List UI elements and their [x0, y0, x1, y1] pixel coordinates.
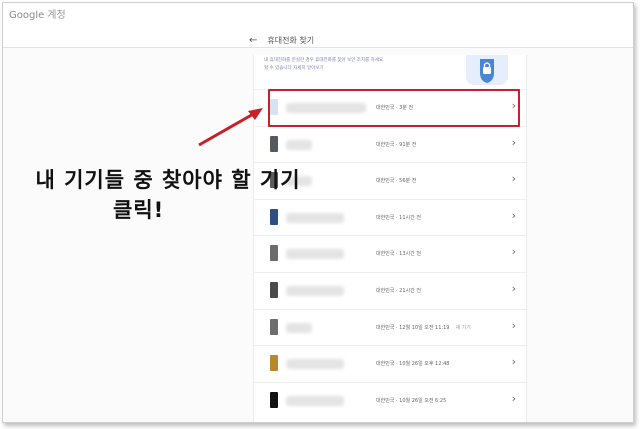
annotation-caption: 내 기기들 중 찾아야 할 기기 클릭! — [3, 165, 333, 225]
device-name-blurred — [286, 286, 344, 296]
device-location-text: 대한민국 · 13시간 전 — [376, 251, 421, 258]
lock-shield-icon — [466, 55, 508, 85]
device-location-text: 대한민국 · 21시간 전 — [376, 288, 421, 294]
device-row[interactable]: 대한민국 · 21시간 전 › — [254, 272, 526, 309]
chevron-right-icon: › — [511, 135, 516, 149]
device-location-text: 대한민국 · 11시간 전 — [376, 214, 421, 221]
device-location-text: 대한민국 · 91분 전 — [376, 141, 417, 148]
device-row[interactable]: 대한민국 · 12월 10일 오전 11:19 새 기기 › — [254, 308, 526, 346]
device-location-time: 대한민국 · 13시간 전 — [376, 250, 421, 257]
page-header: ← 휴대전화 찾기 — [249, 29, 314, 51]
device-location-time: 대한민국 · 10월 26일 오전 6:25 — [376, 397, 446, 404]
device-location-text: 대한민국 · 12월 10일 오전 11:19 — [376, 324, 450, 331]
selected-device-highlight — [268, 89, 520, 127]
brand-text: Google — [9, 10, 45, 21]
chevron-right-icon: › — [511, 355, 516, 369]
device-row[interactable]: 대한민국 · 10월 26일 오후 12:48 › — [254, 345, 526, 382]
phone-thumbnail-icon — [270, 318, 278, 335]
chevron-right-icon: › — [511, 245, 516, 259]
device-name-blurred — [286, 395, 344, 406]
device-location-time: 대한민국 · 10월 26일 오후 12:48 — [376, 360, 449, 367]
device-name-blurred — [286, 249, 344, 260]
device-location-text: 대한민국 · 10월 26일 오후 12:48 — [376, 361, 450, 368]
account-label: 계정 — [47, 10, 66, 21]
device-location-text: 대한민국 · 10월 26일 오전 6:25 — [376, 397, 447, 404]
device-location-time: 대한민국 · 12월 10일 오전 11:19 새 기기 — [376, 324, 471, 331]
caption-line-2: 클릭! — [113, 198, 165, 222]
chevron-right-icon: › — [511, 208, 516, 222]
device-location-time: 대한민국 · 91분 전 — [376, 141, 416, 148]
device-name-blurred — [286, 359, 344, 370]
intro-line-1: 내 휴대전화를 분실한 경우 휴대전화를 찾아 보안 조치를 하세요. — [264, 58, 385, 63]
arrow-left-icon[interactable]: ← — [249, 35, 257, 46]
intro-line-2[interactable]: 할 수 있습니다 자세히 알아보기 — [264, 65, 444, 73]
device-row[interactable]: 대한민국 · 10월 26일 오전 6:25 › — [254, 381, 526, 419]
chevron-right-icon: › — [511, 391, 516, 405]
chevron-right-icon: › — [511, 318, 516, 332]
device-location-time: 대한민국 · 56분 전 — [376, 177, 416, 184]
device-location-text: 대한민국 · 56분 전 — [376, 178, 417, 185]
phone-thumbnail-icon — [270, 245, 278, 262]
device-row[interactable]: 대한민국 · 91분 전 › — [254, 125, 526, 163]
phone-thumbnail-icon — [270, 282, 278, 298]
pointer-arrow-icon — [198, 108, 263, 147]
device-name-blurred — [286, 322, 312, 333]
intro-text: 내 휴대전화를 분실한 경우 휴대전화를 찾아 보안 조치를 하세요. 할 수 … — [264, 57, 444, 73]
chevron-right-icon: › — [511, 172, 516, 186]
top-bar: Google 계정 — [3, 3, 633, 48]
page-title: 휴대전화 찾기 — [267, 35, 315, 45]
device-location-time: 대한민국 · 11시간 전 — [376, 214, 421, 221]
phone-thumbnail-icon — [270, 355, 278, 372]
google-account-logo[interactable]: Google 계정 — [9, 6, 66, 21]
device-location-time: 대한민국 · 21시간 전 — [376, 287, 421, 294]
phone-thumbnail-icon — [270, 391, 278, 408]
device-row[interactable]: 대한민국 · 13시간 전 › — [254, 235, 526, 272]
screenshot-frame: Google 계정 ← 휴대전화 찾기 내 휴대전화를 분실한 경우 휴대전화를 … — [2, 2, 634, 423]
device-extra-badge: 새 기기 — [455, 324, 471, 331]
device-name-blurred — [286, 139, 312, 150]
caption-line-1: 내 기기들 중 찾아야 할 기기 — [35, 168, 301, 192]
chevron-right-icon: › — [511, 282, 516, 295]
